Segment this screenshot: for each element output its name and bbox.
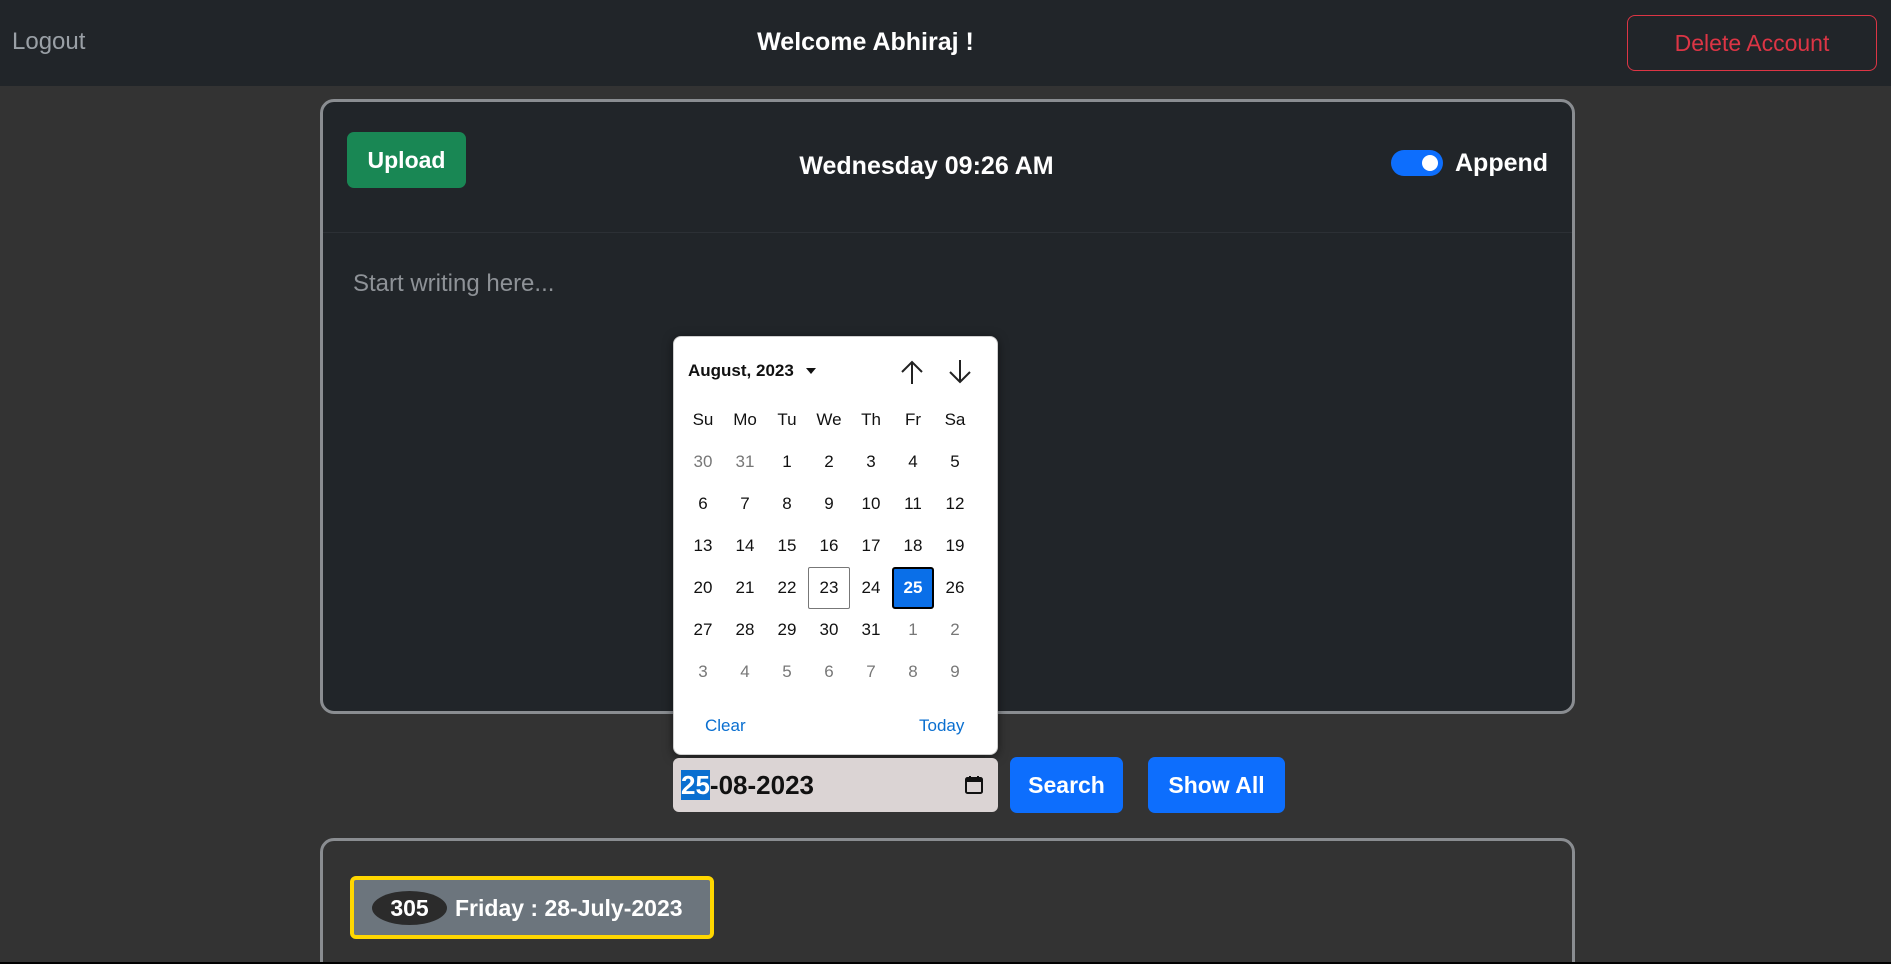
calendar-week: 30 31 1 2 3 4 5 (682, 441, 976, 483)
weekday-label: Tu (777, 410, 797, 429)
editor-header: Upload Wednesday 09:26 AM Append (323, 102, 1572, 233)
append-label: Append (1455, 149, 1549, 177)
calendar-icon[interactable] (964, 775, 984, 795)
calendar-week: 6 7 8 9 10 11 12 (682, 483, 976, 525)
calendar-day[interactable]: 31 (850, 609, 892, 651)
calendar-day[interactable]: 16 (808, 525, 850, 567)
calendar-day[interactable]: 5 (766, 651, 808, 693)
calendar-day[interactable]: 7 (850, 651, 892, 693)
calendar-week: 3 4 5 6 7 8 9 (682, 651, 976, 693)
append-toggle[interactable] (1391, 150, 1443, 176)
calendar-day[interactable]: 20 (682, 567, 724, 609)
calendar-day[interactable]: 2 (934, 609, 976, 651)
calendar-day[interactable]: 1 (766, 441, 808, 483)
calendar-day[interactable]: 3 (682, 651, 724, 693)
calendar-day[interactable]: 30 (682, 441, 724, 483)
entries-card: 305 Friday : 28-July-2023 (320, 838, 1575, 964)
weekday-label: Fr (904, 410, 922, 429)
calendar-day[interactable]: 30 (808, 609, 850, 651)
weekday-label: Mo (733, 410, 757, 429)
search-button[interactable]: Search (1010, 757, 1123, 813)
calendar-day[interactable]: 19 (934, 525, 976, 567)
calendar-day-selected[interactable]: 25 (892, 567, 934, 609)
calendar-day[interactable]: 4 (724, 651, 766, 693)
calendar-day[interactable]: 27 (682, 609, 724, 651)
date-day-segment[interactable]: 25 (681, 770, 710, 800)
calendar-day[interactable]: 9 (808, 483, 850, 525)
calendar-day[interactable]: 10 (850, 483, 892, 525)
arrow-up-icon[interactable] (897, 357, 927, 387)
delete-account-button[interactable]: Delete Account (1627, 15, 1877, 71)
calendar-day[interactable]: 8 (766, 483, 808, 525)
entry-item[interactable]: 305 Friday : 28-July-2023 (350, 876, 714, 939)
weekday-label: Su (692, 410, 714, 429)
calendar-day[interactable]: 7 (724, 483, 766, 525)
calendar-day[interactable]: 4 (892, 441, 934, 483)
calendar-week: 13 14 15 16 17 18 19 (682, 525, 976, 567)
entry-date-label: Friday : 28-July-2023 (455, 895, 683, 921)
calendar-week: 27 28 29 30 31 1 2 (682, 609, 976, 651)
weekday-label: We (816, 410, 842, 429)
caret-down-icon[interactable] (806, 368, 816, 374)
calendar-day[interactable]: 29 (766, 609, 808, 651)
calendar-day[interactable]: 28 (724, 609, 766, 651)
weekday-header-row: Su Mo Tu We Th Fr Sa (682, 399, 976, 441)
weekday-label: Th (861, 410, 881, 429)
calendar-day[interactable]: 1 (892, 609, 934, 651)
calendar-day[interactable]: 3 (850, 441, 892, 483)
toggle-knob (1422, 155, 1438, 171)
calendar-day[interactable]: 31 (724, 441, 766, 483)
calendar-day[interactable]: 11 (892, 483, 934, 525)
calendar-day[interactable]: 17 (850, 525, 892, 567)
calendar-grid: Su Mo Tu We Th Fr Sa 30 31 1 2 3 4 5 6 7… (682, 399, 976, 693)
welcome-title: Welcome Abhiraj ! (757, 28, 974, 56)
date-value: 25-08-2023 (681, 770, 814, 801)
entry-count-badge: 305 (372, 891, 447, 925)
calendar-day[interactable]: 24 (850, 567, 892, 609)
calendar-day-today[interactable]: 23 (808, 567, 850, 609)
calendar-day[interactable]: 12 (934, 483, 976, 525)
calendar-day[interactable]: 21 (724, 567, 766, 609)
calendar-week: 20 21 22 23 24 25 26 (682, 567, 976, 609)
calendar-today-button[interactable]: Today (919, 716, 964, 736)
calendar-day[interactable]: 13 (682, 525, 724, 567)
current-datetime: Wednesday 09:26 AM (799, 152, 1054, 180)
month-year-selector[interactable]: August, 2023 (688, 361, 794, 381)
calendar-day[interactable]: 18 (892, 525, 934, 567)
calendar-day[interactable]: 15 (766, 525, 808, 567)
calendar-day[interactable]: 26 (934, 567, 976, 609)
weekday-label: Sa (944, 410, 966, 429)
calendar-day[interactable]: 22 (766, 567, 808, 609)
calendar-day[interactable]: 8 (892, 651, 934, 693)
editor-textarea[interactable]: Start writing here... (353, 270, 554, 298)
date-input[interactable]: 25-08-2023 (673, 758, 998, 812)
show-all-button[interactable]: Show All (1148, 757, 1285, 813)
calendar-day[interactable]: 14 (724, 525, 766, 567)
top-navbar: Logout Welcome Abhiraj ! Delete Account (0, 0, 1891, 86)
calendar-day[interactable]: 2 (808, 441, 850, 483)
date-month-year-segment[interactable]: -08-2023 (710, 770, 814, 800)
calendar-day[interactable]: 5 (934, 441, 976, 483)
date-picker-popup: August, 2023 Su Mo Tu We Th Fr Sa 30 31 … (673, 336, 998, 755)
arrow-down-icon[interactable] (945, 357, 975, 387)
calendar-day[interactable]: 6 (682, 483, 724, 525)
calendar-clear-button[interactable]: Clear (705, 716, 746, 736)
calendar-day[interactable]: 9 (934, 651, 976, 693)
calendar-day[interactable]: 6 (808, 651, 850, 693)
